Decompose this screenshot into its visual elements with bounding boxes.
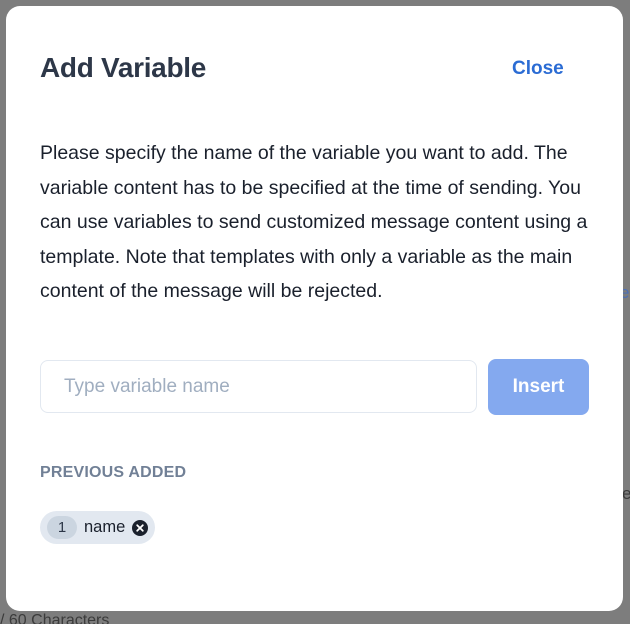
- background-character-counter: / 60 Characters: [0, 612, 110, 624]
- dialog-description: Please specify the name of the variable …: [40, 142, 588, 302]
- variable-tag: 1 name: [40, 511, 156, 544]
- variable-usage-count: 1: [47, 516, 77, 539]
- insert-button[interactable]: Insert: [488, 359, 589, 415]
- background-text-fragment: e: [622, 484, 630, 503]
- previous-added-heading: PREVIOUS ADDED: [40, 464, 187, 481]
- variable-tag-label: name: [84, 518, 126, 536]
- add-variable-dialog: Add Variable Close Please specify the na…: [6, 6, 623, 611]
- variable-name-input[interactable]: [40, 360, 477, 413]
- close-button[interactable]: Close: [512, 58, 564, 80]
- close-circle-icon[interactable]: [132, 519, 149, 536]
- dialog-title: Add Variable: [40, 52, 207, 83]
